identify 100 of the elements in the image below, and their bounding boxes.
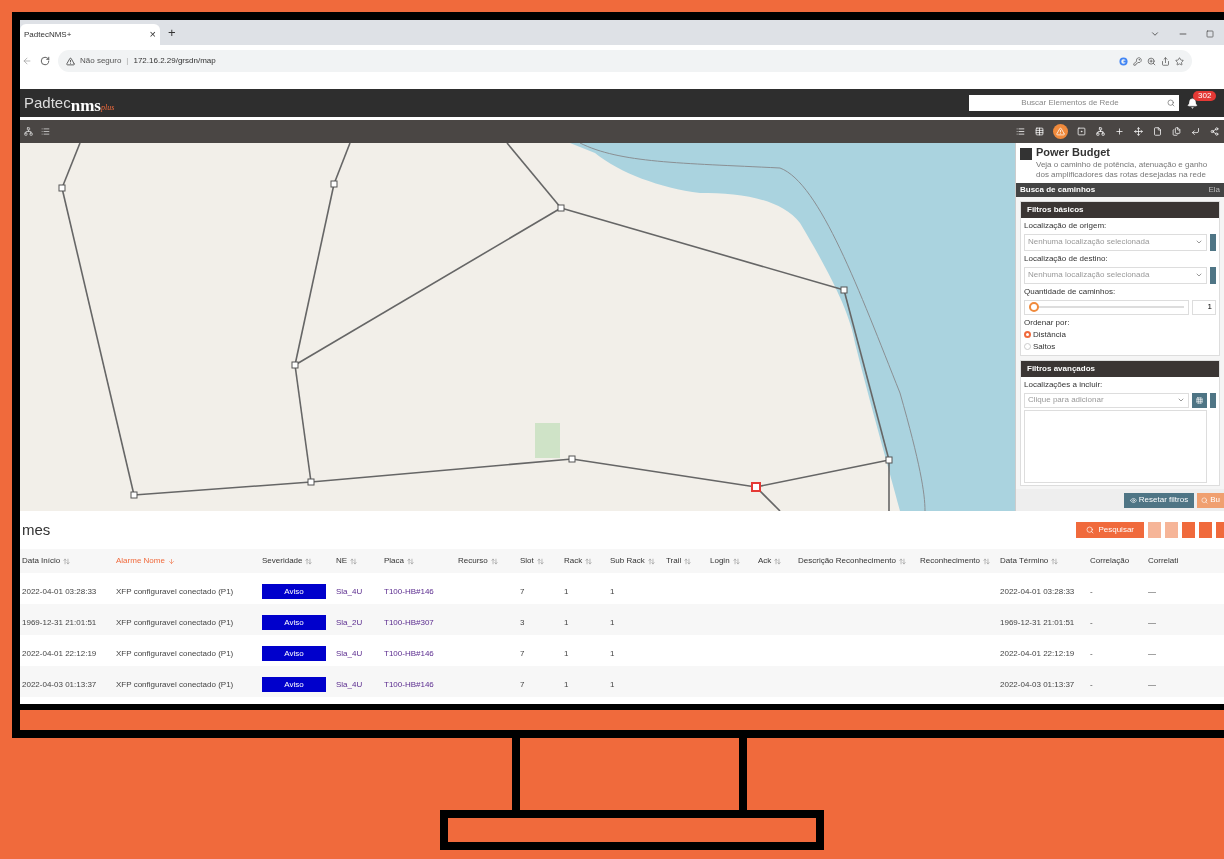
sort-arrows-icon [490,557,498,565]
column-header[interactable]: NE [336,555,358,567]
toolbar-button[interactable] [1095,124,1106,139]
sort-arrows-icon [585,557,593,565]
column-header[interactable]: Recurso [458,555,498,567]
plus-icon [1115,127,1124,136]
table-cell: 1 [564,586,569,596]
add-button[interactable] [1210,392,1216,408]
column-header[interactable]: Ack [758,555,782,567]
column-header[interactable]: Login [710,555,740,567]
search-icon [1167,99,1175,107]
toolbar-button[interactable] [1133,124,1144,139]
table-cell: 1 [610,586,615,596]
slider-thumb[interactable] [1029,302,1039,313]
column-header[interactable]: Descrição Reconhecimento [798,555,906,567]
field-label: Localização de origem: [1024,219,1108,232]
sort-radio[interactable]: Distância [1024,328,1216,341]
panel-tab[interactable]: Ela [1208,183,1220,196]
table-cell: 1 [610,617,615,627]
column-header[interactable]: Placa [384,555,414,567]
restore-icon[interactable] [1206,30,1214,38]
table-cell: XFP configuravel conectado (P1) [116,586,234,596]
column-header[interactable]: Slot [520,555,544,567]
add-button[interactable] [1210,266,1216,284]
column-header: Correlati [1148,555,1179,567]
toolbar-button[interactable] [1152,124,1163,139]
share-icon[interactable] [1161,56,1170,66]
table-cell: - [1090,617,1093,627]
table-cell: 2022-04-03 01:13:37 [1000,679,1075,689]
alert-icon [1056,127,1065,136]
sort-arrows-icon [1051,557,1059,565]
search-field[interactable]: Buscar Elementos de Rede [969,95,1179,111]
sort-arrows-icon [305,557,313,565]
table-link[interactable]: Sla_2U [336,617,363,627]
table-cell: 2022-04-03 01:13:37 [22,679,97,689]
list-icon [1016,127,1025,136]
zoom-icon[interactable] [1147,56,1156,66]
bell-icon[interactable] [1187,97,1198,109]
column-header[interactable]: Reconhecimento [920,555,991,567]
toolbar-button[interactable] [1076,124,1087,139]
column-header[interactable]: Rack [564,555,593,567]
sort-arrows-icon [536,557,544,565]
table-cell: 2022-04-01 03:28:33 [1000,586,1075,596]
eye-icon [1129,496,1137,504]
sort-arrows-icon [63,557,71,565]
table-cell: 1 [610,679,615,689]
path-count-slider[interactable] [1024,299,1189,315]
field-label: Quantidade de caminhos: [1024,285,1117,298]
toolbar-button[interactable] [1034,124,1045,139]
list-button[interactable] [1192,392,1207,408]
google-icon[interactable] [1119,56,1128,66]
browser-tab[interactable]: PadtecNMS+ × [20,24,160,45]
table-cell: XFP configuravel conectado (P1) [116,617,234,627]
column-header[interactable]: Severidade [262,555,313,567]
severity-badge: Aviso [262,677,326,692]
sort-arrows-icon [350,557,358,565]
sort-arrows-icon [647,557,655,565]
table-cell: 1969-12-31 21:01:51 [1000,617,1075,627]
column-header[interactable]: Trail [666,555,692,567]
table-icon [1035,127,1044,136]
key-icon[interactable] [1133,56,1142,66]
column-header[interactable]: Data Início [22,555,71,567]
tab-list-icon[interactable] [1150,29,1160,39]
topology-icon[interactable] [24,127,33,136]
security-label: Não seguro [80,55,122,67]
table-link[interactable]: T100-HB#146 [384,679,434,689]
table-cell: - [1090,648,1093,658]
table-link[interactable]: Sla_4U [336,586,363,596]
table-link[interactable]: T100-HB#146 [384,586,434,596]
table-cell: 2022-04-01 22:12:19 [1000,648,1075,658]
table-link[interactable]: T100-HB#146 [384,648,434,658]
new-tab-button[interactable]: + [168,22,176,42]
table-link[interactable]: Sla_4U [336,679,363,689]
address-field[interactable]: Não seguro | 172.16.2.29/grsdn/map [58,50,1192,72]
notification-badge: 302 [1193,90,1217,101]
card-header: Filtros básicos [1021,201,1219,218]
table-cell: — [1148,586,1156,596]
sort-arrows-icon [774,557,782,565]
panel-button[interactable]: Resetar filtros [1123,492,1195,508]
table-cell: — [1148,648,1156,658]
table-link[interactable]: Sla_4U [336,648,363,658]
table-cell: 7 [520,586,525,596]
reload-icon[interactable] [40,56,50,66]
toolbar-button[interactable] [1171,124,1182,139]
add-button[interactable] [1210,233,1216,251]
severity-badge: Aviso [262,646,326,661]
toolbar-button[interactable] [1053,124,1068,139]
network-icon [1096,127,1105,136]
toolbar-button[interactable] [1209,124,1220,139]
close-tab-button[interactable]: × [149,26,156,43]
star-icon[interactable] [1175,56,1184,66]
panel-tab[interactable]: Busca de caminhos [1020,183,1096,196]
table-cell: 1969-12-31 21:01:51 [22,617,97,627]
table-link[interactable]: T100-HB#307 [384,617,434,627]
column-header[interactable]: Data Término [1000,555,1059,567]
list-icon[interactable] [41,127,50,136]
column-header[interactable]: Sub Rack [610,555,655,567]
sort-arrows-icon [898,557,906,565]
sort-radio[interactable]: Saltos [1024,340,1216,353]
search-icon [1201,496,1209,504]
